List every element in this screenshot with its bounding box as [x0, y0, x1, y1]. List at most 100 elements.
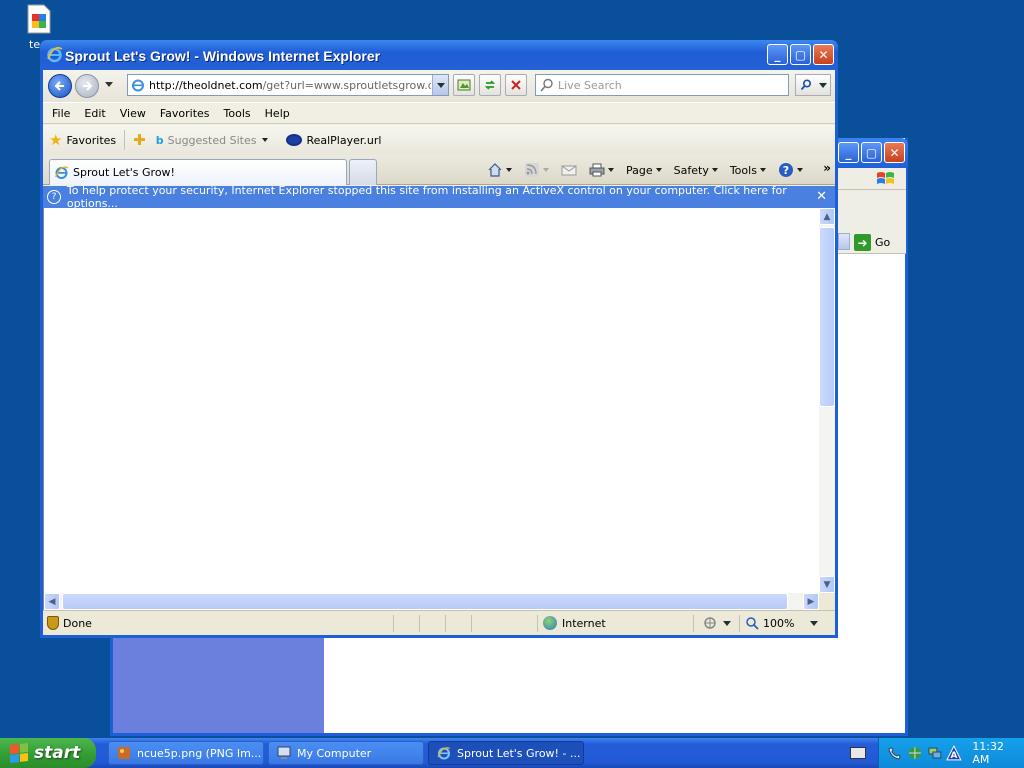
- command-bar: Page Safety Tools ?: [487, 162, 815, 178]
- vertical-scroll-thumb[interactable]: [819, 227, 835, 407]
- internet-globe-icon: [543, 616, 557, 630]
- tab-ie-icon: [54, 166, 69, 179]
- more-commands-chevron[interactable]: »: [823, 161, 831, 175]
- zoom-level-button[interactable]: 100%: [745, 616, 819, 630]
- address-dropdown-button[interactable]: [432, 75, 448, 95]
- protected-mode-button[interactable]: [703, 616, 731, 630]
- suggested-sites-button[interactable]: b Suggested Sites: [156, 134, 269, 147]
- help-menu-button[interactable]: ?: [778, 162, 803, 178]
- stop-button[interactable]: [505, 74, 527, 96]
- bg-maximize-button[interactable]: ▢: [861, 142, 882, 163]
- tab-sprout-lets-grow[interactable]: Sprout Let's Grow!: [49, 159, 347, 185]
- printer-icon: [589, 163, 605, 177]
- address-text[interactable]: http://theoldnet.com/get?url=www.sproutl…: [149, 79, 431, 92]
- print-button[interactable]: [589, 163, 614, 177]
- background-window-titlebar[interactable]: _ ▢ ✕: [836, 138, 908, 168]
- recent-pages-dropdown[interactable]: [105, 82, 113, 87]
- search-input[interactable]: Live Search: [535, 74, 789, 96]
- bg-close-button[interactable]: ✕: [884, 142, 905, 163]
- keyboard-language-icon[interactable]: [850, 747, 866, 759]
- minimize-button[interactable]: _: [767, 44, 788, 65]
- computer-icon: [277, 746, 291, 759]
- info-question-icon: ?: [47, 190, 61, 204]
- print-dropdown[interactable]: [608, 168, 614, 172]
- taskbar-item-png-image[interactable]: ncue5p.png (PNG Im...: [108, 741, 264, 765]
- new-tab-button[interactable]: [349, 159, 377, 185]
- scroll-corner: [819, 593, 835, 610]
- zoom-dropdown[interactable]: [810, 620, 819, 626]
- menu-edit[interactable]: Edit: [84, 107, 113, 120]
- taskbar-item-ie[interactable]: Sprout Let's Grow! - ...: [428, 741, 584, 765]
- menu-view[interactable]: View: [120, 107, 154, 120]
- menu-tools[interactable]: Tools: [224, 107, 259, 120]
- forward-button[interactable]: [75, 74, 99, 98]
- search-options-dropdown[interactable]: [818, 82, 827, 88]
- navigation-bar: http://theoldnet.com/get?url=www.sproutl…: [43, 70, 835, 102]
- scroll-up-button[interactable]: ▲: [819, 208, 835, 225]
- network-phone-icon[interactable]: [887, 745, 903, 761]
- windows-flag-icon: [10, 743, 28, 763]
- menu-help[interactable]: Help: [265, 107, 298, 120]
- windows-logo-icon: [877, 172, 894, 184]
- refresh-icon: [484, 80, 496, 90]
- suggested-sites-dropdown[interactable]: [262, 138, 269, 142]
- security-alert-icon[interactable]: A: [946, 745, 963, 761]
- search-button[interactable]: [795, 74, 831, 96]
- information-bar[interactable]: ? To help protect your security, Interne…: [43, 184, 835, 210]
- security-zone-indicator[interactable]: Internet: [543, 616, 606, 630]
- stop-x-icon: [511, 80, 521, 90]
- close-button[interactable]: ✕: [813, 44, 834, 65]
- read-mail-button[interactable]: [561, 163, 577, 177]
- menu-favorites[interactable]: Favorites: [160, 107, 218, 120]
- favorites-bar: ★ Favorites ✚ b Suggested Sites RealPlay…: [43, 125, 835, 155]
- tools-menu-button[interactable]: Tools: [730, 164, 766, 177]
- start-button[interactable]: start: [0, 738, 96, 768]
- svg-text:?: ?: [783, 164, 789, 177]
- horizontal-scroll-thumb[interactable]: [62, 593, 788, 610]
- status-text: Done: [47, 616, 92, 630]
- bg-minimize-button[interactable]: _: [838, 142, 859, 163]
- status-bar: Done Internet 100%: [43, 610, 835, 635]
- background-menu-strip: [838, 168, 906, 190]
- desktop-file-icon[interactable]: [26, 4, 52, 34]
- bg-go-button[interactable]: ➜ Go: [854, 234, 890, 251]
- scroll-down-button[interactable]: ▼: [819, 576, 835, 593]
- ie-titlebar[interactable]: Sprout Let's Grow! - Windows Internet Ex…: [40, 40, 838, 70]
- network-connection-icon[interactable]: [927, 745, 943, 761]
- forward-arrow-icon: [83, 81, 93, 91]
- clock[interactable]: 11:32 AM: [972, 740, 1024, 766]
- network-globe-icon[interactable]: [907, 745, 923, 761]
- compatibility-view-button[interactable]: [453, 74, 475, 96]
- protected-mode-icon: [704, 617, 716, 629]
- page-content[interactable]: [43, 208, 819, 593]
- window-title: Sprout Let's Grow! - Windows Internet Ex…: [65, 48, 381, 64]
- feeds-button[interactable]: [524, 163, 549, 177]
- scroll-right-button[interactable]: ▶: [803, 593, 819, 610]
- information-bar-close-button[interactable]: ✕: [816, 189, 827, 204]
- favorites-button[interactable]: ★ Favorites: [49, 131, 116, 149]
- vertical-scrollbar[interactable]: ▲ ▼: [819, 208, 835, 593]
- compatibility-view-icon: [457, 79, 471, 91]
- realplayer-favorite-link[interactable]: RealPlayer.url: [286, 134, 381, 147]
- horizontal-scrollbar[interactable]: ◀ ▶: [43, 593, 819, 610]
- background-toolbar-strip: [838, 190, 906, 230]
- home-dropdown[interactable]: [506, 168, 512, 172]
- refresh-button[interactable]: [479, 74, 501, 96]
- address-bar[interactable]: http://theoldnet.com/get?url=www.sproutl…: [127, 74, 449, 96]
- maximize-button[interactable]: ▢: [790, 44, 811, 65]
- back-button[interactable]: [48, 74, 72, 98]
- safety-menu-button[interactable]: Safety: [674, 164, 718, 177]
- page-menu-button[interactable]: Page: [626, 164, 662, 177]
- search-magnifier-icon: [540, 78, 553, 92]
- home-button[interactable]: [487, 163, 512, 177]
- menu-file[interactable]: File: [52, 107, 78, 120]
- information-bar-message[interactable]: To help protect your security, Internet …: [67, 184, 835, 210]
- scroll-left-button[interactable]: ◀: [44, 593, 60, 610]
- feeds-dropdown[interactable]: [543, 168, 549, 172]
- image-viewer-icon: [118, 747, 130, 759]
- taskbar-item-my-computer[interactable]: My Computer: [268, 741, 424, 765]
- bg-address-dropdown[interactable]: [838, 233, 850, 250]
- desktop-icon-label[interactable]: te: [29, 38, 40, 51]
- ie-window[interactable]: Sprout Let's Grow! - Windows Internet Ex…: [40, 40, 838, 638]
- add-to-favorites-bar-icon[interactable]: ✚: [133, 131, 146, 149]
